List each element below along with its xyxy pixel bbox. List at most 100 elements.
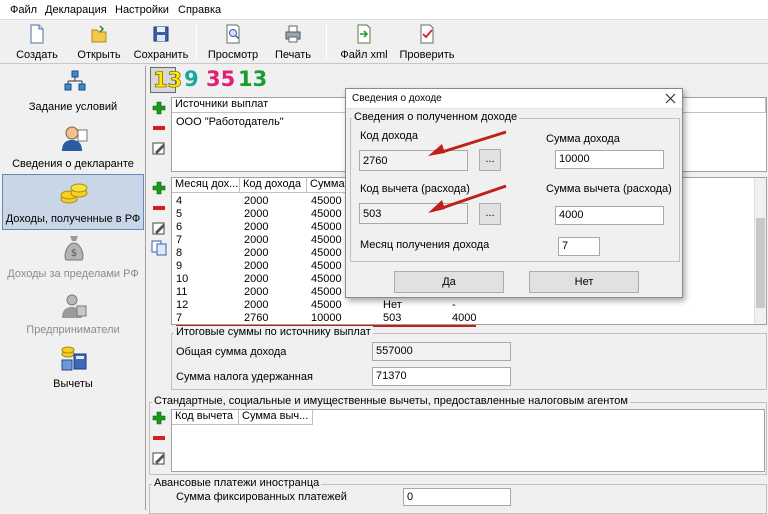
advance-title: Авансовые платежи иностранца (152, 477, 322, 489)
rate-tab-9[interactable]: 9 (184, 67, 199, 91)
cell-month: 8 (176, 247, 183, 259)
cell-month: 11 (176, 286, 188, 298)
dialog-group-title: Сведения о полученном доходе (352, 111, 520, 123)
entrepreneur-icon (62, 294, 87, 318)
conditions-icon (64, 70, 86, 91)
rate-13-label: 13 (153, 68, 183, 93)
total-income-label: Общая сумма дохода (176, 346, 287, 358)
arrowhead-deduction-code (428, 200, 445, 213)
cell-sum: 45000 (311, 273, 342, 285)
toolbar-separator (326, 24, 327, 60)
copy-income-icon[interactable] (151, 240, 167, 256)
add-source-plus-icon[interactable] (151, 100, 167, 116)
arrowhead-income-code (428, 144, 445, 156)
total-income-field[interactable]: 557000 (372, 342, 511, 361)
cell-deduction-sum: - (452, 299, 456, 311)
cell-deduction-sum: 4000 (452, 312, 477, 324)
edit-source-icon[interactable] (151, 140, 167, 156)
deduction-sum-label: Сумма вычета (расхода) (546, 183, 672, 195)
income-scrollbar[interactable] (754, 178, 766, 324)
cell-month: 5 (176, 208, 183, 220)
deductions-title: Стандартные, социальные и имущественные … (152, 395, 630, 407)
income-col-code[interactable]: Код дохода (240, 178, 307, 193)
income-code-label: Код дохода (360, 130, 418, 142)
dialog-title: Сведения о доходе (352, 93, 442, 104)
dialog-titlebar: Сведения о доходе (346, 89, 682, 109)
toolbar: Создать Открыть Сохранить Просмотр Печат… (0, 20, 768, 64)
sidebar-item-label: Вычеты (53, 378, 93, 390)
cell-code: 2000 (244, 208, 269, 220)
cell-deduction-code: Нет (383, 299, 402, 311)
tax-withheld-field[interactable]: 71370 (372, 367, 511, 386)
menu-declaration[interactable]: Декларация (45, 4, 107, 16)
totals-title: Итоговые суммы по источнику выплат (174, 326, 373, 338)
save-button[interactable]: Сохранить (130, 22, 192, 62)
xml-file-label: Файл xml (340, 49, 388, 61)
cell-sum: 45000 (311, 221, 342, 233)
cell-month: 10 (176, 273, 189, 285)
declarant-icon (62, 126, 88, 151)
sidebar-item-label: Задание условий (28, 101, 118, 113)
menu-file[interactable]: Файл (10, 4, 37, 16)
sidebar-item-declarant[interactable]: Сведения о декларанте (2, 122, 144, 176)
sidebar-item-entrepreneurs[interactable]: Предприниматели (2, 290, 144, 342)
cell-code: 2760 (244, 312, 269, 324)
no-button[interactable]: Нет (529, 271, 639, 293)
cell-month: 9 (176, 260, 183, 272)
deductions-col-sum[interactable]: Сумма выч... (239, 410, 313, 425)
fixed-payments-field[interactable]: 0 (403, 488, 511, 506)
cell-month: 7 (176, 312, 183, 324)
menu-settings[interactable]: Настройки (115, 4, 169, 16)
xml-file-button[interactable]: Файл xml (334, 22, 394, 62)
sidebar-item-deductions[interactable]: Вычеты (2, 342, 144, 394)
remove-source-minus-icon[interactable] (151, 120, 167, 136)
income-col-month[interactable]: Месяц дох... (172, 178, 240, 193)
svg-text:$: $ (71, 248, 77, 259)
deduction-sum-field[interactable]: 4000 (555, 206, 664, 225)
close-icon[interactable] (665, 93, 676, 104)
income-month-label: Месяц получения дохода (360, 239, 490, 251)
sidebar-item-income-rf[interactable]: Доходы, полученные в РФ (2, 174, 144, 230)
cell-month: 4 (176, 195, 183, 207)
rate-tab-35[interactable]: 35 (206, 67, 235, 91)
arrow-to-deduction-code (441, 184, 507, 210)
sidebar-item-income-abroad[interactable]: $ Доходы за пределами РФ (2, 234, 144, 286)
remove-deduction-minus-icon[interactable] (151, 430, 167, 446)
check-button[interactable]: Проверить (396, 22, 458, 62)
table-row[interactable]: 12 2000 45000 Нет - (172, 299, 752, 312)
income-sum-label: Сумма дохода (546, 133, 620, 145)
rate-tab-13-second[interactable]: 13 (238, 67, 267, 91)
deductions-table[interactable]: Код вычета Сумма выч... (171, 409, 765, 472)
coins-icon (60, 183, 88, 204)
print-button[interactable]: Печать (268, 22, 318, 62)
remove-income-minus-icon[interactable] (151, 200, 167, 216)
income-col-sum[interactable]: Сумма... (307, 178, 347, 193)
printer-icon (285, 25, 301, 43)
sidebar-item-conditions[interactable]: Задание условий (2, 66, 144, 120)
edit-income-icon[interactable] (151, 220, 167, 236)
table-row[interactable]: 7 2760 10000 503 4000 (172, 312, 752, 325)
create-button[interactable]: Создать (10, 22, 64, 62)
open-label: Открыть (77, 49, 121, 61)
add-deduction-plus-icon[interactable] (151, 410, 167, 426)
preview-icon (226, 24, 240, 44)
cell-sum: 45000 (311, 234, 342, 246)
rate-tab-13-selected[interactable]: 13 (150, 67, 183, 93)
preview-button[interactable]: Просмотр (202, 22, 264, 62)
cell-code: 2000 (244, 195, 269, 207)
menu-help[interactable]: Справка (178, 4, 221, 16)
open-button[interactable]: Открыть (68, 22, 130, 62)
deductions-col-code[interactable]: Код вычета (172, 410, 239, 425)
income-sum-field[interactable]: 10000 (555, 150, 664, 169)
yes-button[interactable]: Да (394, 271, 504, 293)
edit-deduction-icon[interactable] (151, 450, 167, 466)
sidebar: Задание условий Сведения о декларанте До… (0, 66, 146, 510)
source-row[interactable]: ООО "Работодатель" (176, 116, 284, 128)
income-month-field[interactable]: 7 (558, 237, 600, 256)
income-scrollbar-thumb[interactable] (756, 218, 765, 308)
fixed-payments-label: Сумма фиксированных платежей (176, 491, 347, 503)
menu-bar: Файл Декларация Настройки Справка (0, 0, 768, 20)
cell-code: 2000 (244, 299, 269, 311)
add-income-plus-icon[interactable] (151, 180, 167, 196)
cell-code: 2000 (244, 273, 269, 285)
